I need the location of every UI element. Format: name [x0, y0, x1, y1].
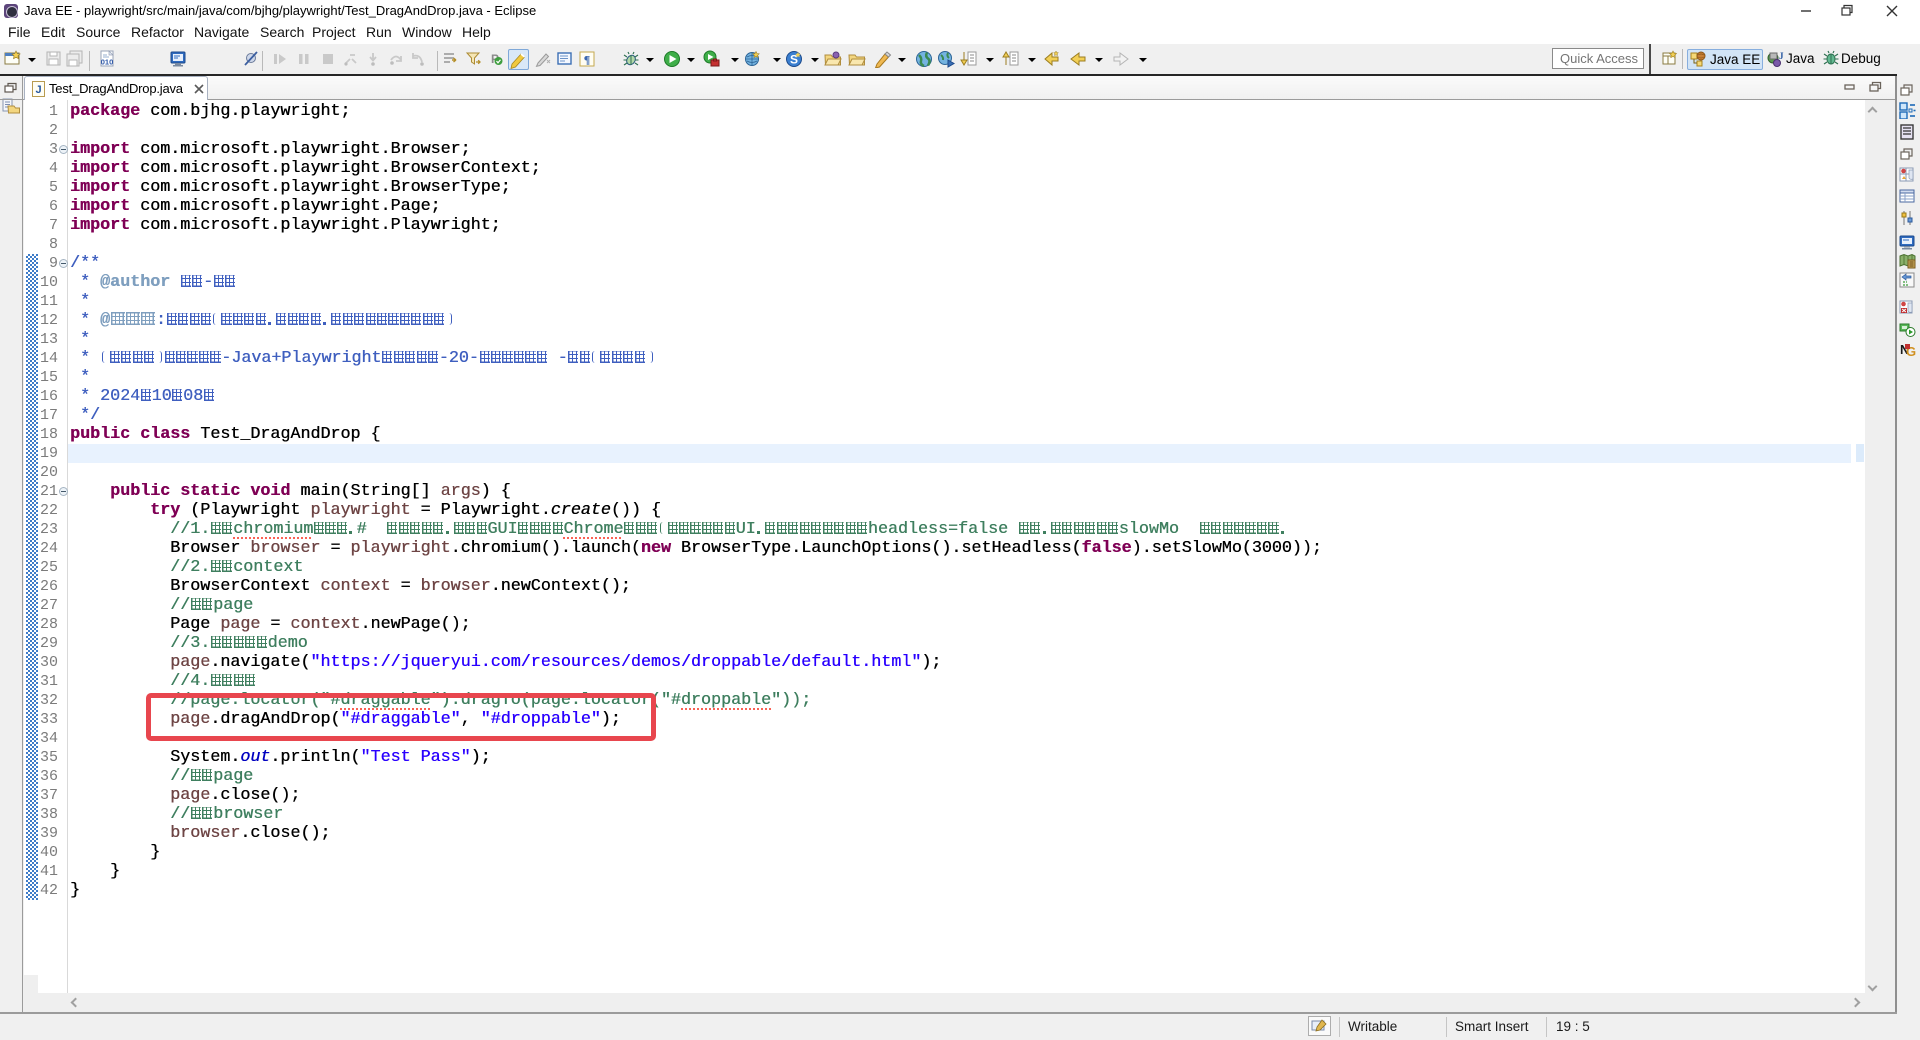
svg-text:J: J [1779, 51, 1784, 61]
svg-text:010: 010 [101, 58, 114, 67]
svg-text:¶: ¶ [584, 53, 590, 67]
svg-text:J: J [35, 84, 41, 96]
